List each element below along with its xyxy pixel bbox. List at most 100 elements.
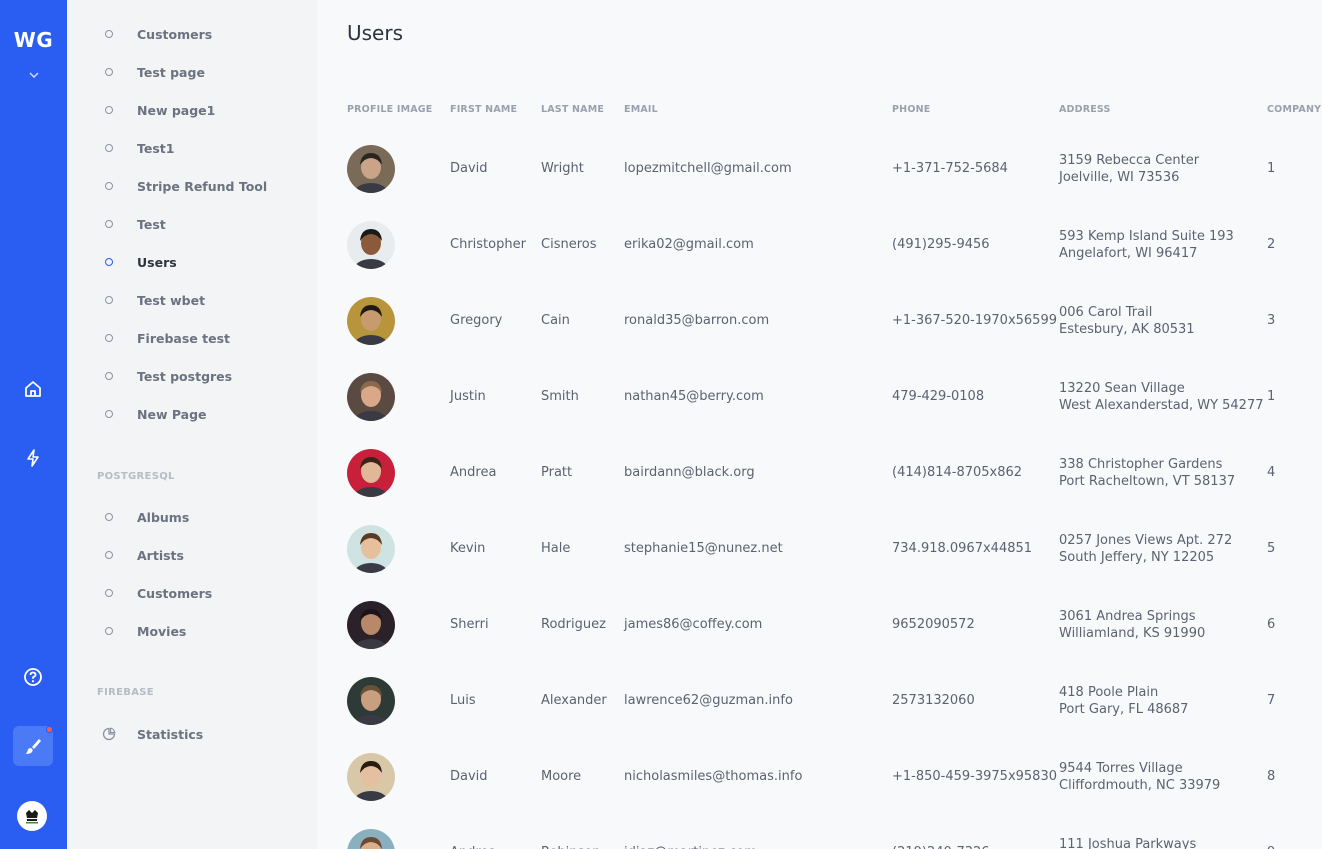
profile-image (347, 145, 395, 193)
sidebar-item-stripe-refund-tool[interactable]: Stripe Refund Tool (67, 171, 317, 201)
table-row[interactable]: Luis Alexander lawrence62@guzman.info 25731… (317, 663, 1322, 739)
address-cell: 338 Christopher Gardens Port Racheltown, … (1059, 456, 1235, 490)
address-line-2: Angelafort, WI 96417 (1059, 246, 1198, 261)
last-name-cell: Smith (541, 389, 579, 404)
table-row[interactable]: Justin Smith nathan45@berry.com 479-429-010… (317, 359, 1322, 435)
email-cell: bairdann@black.org (624, 465, 755, 480)
sidebar-item-label: Customers (137, 26, 213, 42)
phone-cell: 734.918.0967x44851 (892, 541, 1033, 556)
sidebar-item-label: Firebase test (137, 330, 230, 346)
first-name-cell: Andrea (450, 845, 496, 849)
sidebar-item-users[interactable]: Users (67, 247, 317, 277)
bullet-icon (105, 513, 113, 521)
address-line-1: 006 Carol Trail (1059, 305, 1153, 320)
email-cell: nathan45@berry.com (624, 389, 764, 404)
table-row[interactable]: David Moore nicholasmiles@thomas.info +1-85… (317, 739, 1322, 815)
email-cell: erika02@gmail.com (624, 237, 754, 252)
sidebar-item-label: Test1 (137, 140, 175, 156)
sidebar-item-new-page1[interactable]: New page1 (67, 95, 317, 125)
sidebar-item-label: Test (137, 216, 166, 232)
help-icon[interactable] (13, 657, 53, 697)
sidebar-item-customers-pg[interactable]: Customers (67, 578, 317, 608)
profile-image (347, 297, 395, 345)
sidebar-item-test-wbet[interactable]: Test wbet (67, 285, 317, 315)
table-row[interactable]: Andrea Pratt bairdann@black.org (414)814-87… (317, 435, 1322, 511)
email-cell: idiaz@martinez.com (624, 845, 757, 849)
table-row[interactable]: David Wright lopezmitchell@gmail.com +1-371… (317, 131, 1322, 207)
bullet-icon (105, 410, 113, 418)
first-name-cell: Andrea (450, 465, 497, 480)
address-line-1: 418 Poole Plain (1059, 685, 1159, 700)
home-icon[interactable] (13, 369, 53, 409)
app-rail: WG (0, 0, 67, 849)
table-row[interactable]: Christopher Cisneros erika02@gmail.com (491… (317, 207, 1322, 283)
bullet-icon (105, 589, 113, 597)
column-header-company-id[interactable]: COMPANY I (1267, 104, 1322, 115)
sidebar-item-test1[interactable]: Test1 (67, 133, 317, 163)
sidebar-item-movies[interactable]: Movies (67, 616, 317, 646)
sidebar-item-label: New Page (137, 406, 207, 422)
table-row[interactable]: Kevin Hale stephanie15@nunez.net 734.918.09… (317, 511, 1322, 587)
sidebar-item-firebase-test[interactable]: Firebase test (67, 323, 317, 353)
sidebar-item-test[interactable]: Test (67, 209, 317, 239)
bullet-icon (105, 627, 113, 635)
notification-dot (46, 726, 53, 733)
phone-cell: +1-850-459-3975x95830 (892, 769, 1057, 784)
column-header-profile-image[interactable]: PROFILE IMAGE (347, 104, 432, 115)
first-name-cell: Sherri (450, 617, 489, 632)
address-line-1: 111 Joshua Parkways (1059, 837, 1197, 849)
page-title: Users (347, 21, 404, 45)
sidebar-item-albums[interactable]: Albums (67, 502, 317, 532)
column-header-address[interactable]: ADDRESS (1059, 104, 1111, 115)
first-name-cell: David (450, 161, 488, 176)
company-id-cell: 6 (1267, 617, 1276, 632)
first-name-cell: Luis (450, 693, 476, 708)
sidebar-item-artists[interactable]: Artists (67, 540, 317, 570)
profile-image (347, 525, 395, 573)
main-content: Users PROFILE IMAGE FIRST NAME LAST NAME… (317, 0, 1322, 849)
app-logo[interactable]: WG (0, 28, 67, 52)
brush-icon[interactable] (13, 726, 53, 766)
sidebar-item-test-postgres[interactable]: Test postgres (67, 361, 317, 391)
column-header-first-name[interactable]: FIRST NAME (450, 104, 517, 115)
table-row[interactable]: Andrea Robinson idiaz@martinez.com (219)240… (317, 815, 1322, 849)
sidebar-item-customers[interactable]: Customers (67, 19, 317, 49)
sidebar-item-label: Test wbet (137, 292, 206, 308)
address-cell: 13220 Sean Village West Alexanderstad, WY… (1059, 380, 1264, 414)
last-name-cell: Cisneros (541, 237, 597, 252)
user-avatar[interactable] (17, 801, 47, 831)
column-header-email[interactable]: EMAIL (624, 104, 658, 115)
sidebar-item-test-page[interactable]: Test page (67, 57, 317, 87)
phone-cell: 2573132060 (892, 693, 975, 708)
bullet-icon (105, 296, 113, 304)
last-name-cell: Alexander (541, 693, 607, 708)
address-cell: 111 Joshua Parkways (1059, 836, 1196, 849)
bullet-icon (105, 258, 113, 266)
sidebar-item-statistics[interactable]: Statistics (67, 719, 317, 749)
first-name-cell: Gregory (450, 313, 503, 328)
address-line-2: South Jeffery, NY 12205 (1059, 550, 1215, 565)
column-header-phone[interactable]: PHONE (892, 104, 930, 115)
profile-image (347, 829, 395, 849)
profile-image (347, 449, 395, 497)
column-header-last-name[interactable]: LAST NAME (541, 104, 604, 115)
email-cell: nicholasmiles@thomas.info (624, 769, 803, 784)
sidebar-item-label: Artists (137, 547, 184, 563)
sidebar-item-label: Test page (137, 64, 205, 80)
bolt-icon[interactable] (13, 438, 53, 478)
company-id-cell: 5 (1267, 541, 1276, 556)
phone-cell: (219)240-7326 (892, 845, 990, 849)
table-row[interactable]: Gregory Cain ronald35@barron.com +1-367-520… (317, 283, 1322, 359)
sidebar-item-new-page[interactable]: New Page (67, 399, 317, 429)
sidebar-item-label: Movies (137, 623, 187, 639)
address-cell: 3061 Andrea Springs Williamland, KS 91990 (1059, 608, 1205, 642)
company-id-cell: 2 (1267, 237, 1276, 252)
bullet-icon (105, 30, 113, 38)
phone-cell: (491)295-9456 (892, 237, 990, 252)
table-row[interactable]: Sherri Rodriguez james86@coffey.com 9652090… (317, 587, 1322, 663)
last-name-cell: Wright (541, 161, 584, 176)
address-cell: 418 Poole Plain Port Gary, FL 48687 (1059, 684, 1188, 718)
chevron-down-icon[interactable] (0, 68, 67, 81)
last-name-cell: Robinson (541, 845, 600, 849)
address-cell: 593 Kemp Island Suite 193 Angelafort, WI … (1059, 228, 1234, 262)
